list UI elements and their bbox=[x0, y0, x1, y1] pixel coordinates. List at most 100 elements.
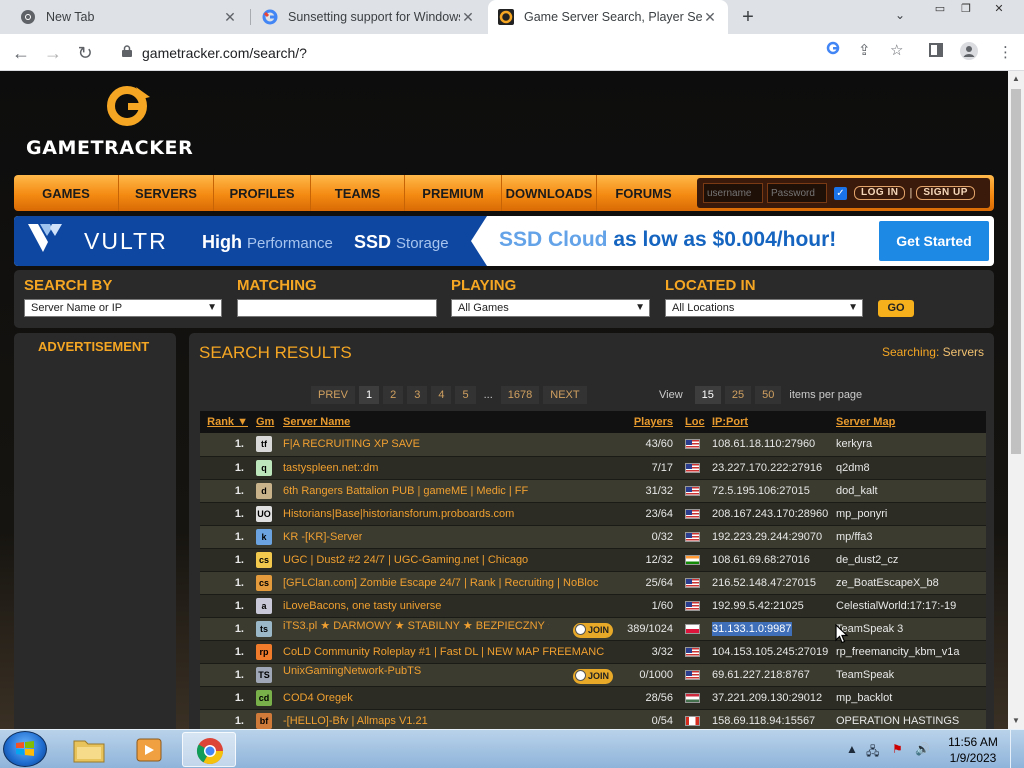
server-name-link[interactable]: UGC | Dust2 #2 24/7 | UGC-Gaming.net | C… bbox=[283, 554, 528, 566]
server-name-link[interactable]: Historians|Base|historiansforum.proboard… bbox=[283, 508, 514, 520]
page-5-button[interactable]: 5 bbox=[455, 386, 476, 404]
nav-downloads[interactable]: DOWNLOADS bbox=[502, 175, 597, 211]
table-row[interactable]: 1. k KR -[KR]-Server 0/32 192.223.29.244:290… bbox=[200, 525, 986, 549]
ip-port-link[interactable]: 108.61.69.68:27016 bbox=[712, 554, 810, 566]
server-map-link[interactable]: de_dust2_cz bbox=[836, 554, 898, 566]
prev-page-button[interactable]: PREV bbox=[311, 386, 355, 404]
close-window-icon[interactable]: ✕ bbox=[984, 0, 1014, 20]
username-input[interactable] bbox=[703, 183, 763, 203]
server-name-link[interactable]: F|A RECRUITING XP SAVE bbox=[283, 438, 420, 450]
game-icon[interactable]: UO bbox=[256, 505, 272, 522]
game-icon[interactable]: rp bbox=[256, 643, 272, 660]
country-flag-icon[interactable] bbox=[685, 577, 700, 588]
ip-port-link[interactable]: 69.61.227.218:8767 bbox=[712, 669, 810, 681]
server-map-link[interactable]: TeamSpeak bbox=[836, 669, 894, 681]
page-2-button[interactable]: 2 bbox=[383, 386, 404, 404]
nav-servers[interactable]: SERVERS bbox=[119, 175, 214, 211]
server-map-link[interactable]: rp_freemancity_kbm_v1a bbox=[836, 646, 960, 658]
vultr-banner-ad[interactable]: VULTR High Performance SSD Storage SSD C… bbox=[14, 216, 994, 266]
located-in-select[interactable]: All Locations ▼ bbox=[665, 299, 863, 317]
nav-games[interactable]: GAMES bbox=[14, 175, 119, 211]
login-button[interactable]: LOG IN bbox=[854, 186, 906, 200]
server-map-link[interactable]: ze_BoatEscapeX_b8 bbox=[836, 577, 939, 589]
country-flag-icon[interactable] bbox=[685, 623, 700, 634]
game-icon[interactable]: q bbox=[256, 459, 272, 476]
game-icon[interactable]: d bbox=[256, 482, 272, 499]
server-map-link[interactable]: OPERATION HASTINGS bbox=[836, 715, 959, 727]
action-center-icon[interactable]: ⚑ bbox=[892, 742, 903, 756]
server-name-link[interactable]: 6th Rangers Battalion PUB | gameME | Med… bbox=[283, 485, 528, 497]
country-flag-icon[interactable] bbox=[685, 462, 700, 473]
server-name-link[interactable]: [GFLClan.com] Zombie Escape 24/7 | Rank … bbox=[283, 577, 598, 589]
country-flag-icon[interactable] bbox=[685, 646, 700, 657]
back-icon[interactable]: ← bbox=[8, 40, 34, 66]
server-map-link[interactable]: dod_kalt bbox=[836, 485, 878, 497]
table-row[interactable]: 1. ts iTS3.pl ★ DARMOWY ★ STABILNY ★ BEZPI… bbox=[200, 617, 986, 641]
server-name-link[interactable]: KR -[KR]-Server bbox=[283, 531, 362, 543]
server-map-link[interactable]: q2dm8 bbox=[836, 462, 870, 474]
google-lens-icon[interactable] bbox=[826, 41, 840, 59]
remember-checkbox[interactable]: ✓ bbox=[834, 186, 847, 200]
game-icon[interactable]: a bbox=[256, 597, 272, 614]
col-ip-port[interactable]: IP:Port bbox=[708, 411, 832, 433]
country-flag-icon[interactable] bbox=[685, 669, 700, 680]
go-button[interactable]: GO bbox=[878, 300, 914, 317]
signup-button[interactable]: SIGN UP bbox=[916, 186, 975, 200]
password-input[interactable] bbox=[767, 183, 827, 203]
forward-icon[interactable]: → bbox=[40, 40, 66, 66]
server-name-link[interactable]: iLoveBacons, one tasty universe bbox=[283, 600, 441, 612]
ip-port-link[interactable]: 192.99.5.42:21025 bbox=[712, 600, 804, 612]
view-50-button[interactable]: 50 bbox=[755, 386, 782, 404]
ip-port-link[interactable]: 23.227.170.222:27916 bbox=[712, 462, 822, 474]
system-clock[interactable]: 11:56 AM 1/9/2023 bbox=[942, 734, 1004, 766]
table-row[interactable]: 1. rp CoLD Community Roleplay #1 | Fast DL… bbox=[200, 640, 986, 664]
maximize-icon[interactable]: ❐ bbox=[951, 0, 981, 20]
col-game[interactable]: Gm bbox=[252, 411, 279, 433]
ip-port-link[interactable]: 31.133.1.0:9987 bbox=[712, 621, 792, 636]
col-rank[interactable]: Rank ▼ bbox=[200, 411, 252, 433]
join-button[interactable]: JOIN bbox=[572, 623, 613, 638]
search-by-select[interactable]: Server Name or IP ▼ bbox=[24, 299, 222, 317]
col-location[interactable]: Loc bbox=[681, 411, 708, 433]
side-panel-icon[interactable] bbox=[929, 43, 943, 61]
menu-kebab-icon[interactable]: ⋮ bbox=[998, 43, 1013, 61]
last-page-button[interactable]: 1678 bbox=[500, 386, 540, 404]
playing-select[interactable]: All Games ▼ bbox=[451, 299, 650, 317]
tab-new-tab[interactable]: New Tab ✕ bbox=[10, 0, 248, 34]
scrollbar-thumb[interactable] bbox=[1011, 89, 1021, 454]
bookmark-star-icon[interactable]: ☆ bbox=[890, 41, 903, 59]
server-map-link[interactable]: mp_ponyri bbox=[836, 508, 887, 520]
ip-port-link[interactable]: 104.153.105.245:27019 bbox=[712, 646, 828, 658]
server-name-link[interactable]: iTS3.pl ★ DARMOWY ★ STABILNY ★ BEZPIECZN… bbox=[283, 619, 549, 632]
table-row[interactable]: 1. tf F|A RECRUITING XP SAVE 43/60 108.61.18… bbox=[200, 433, 986, 457]
table-row[interactable]: 1. UO Historians|Base|historiansforum.prob… bbox=[200, 502, 986, 526]
country-flag-icon[interactable] bbox=[685, 485, 700, 496]
ip-port-link[interactable]: 72.5.195.106:27015 bbox=[712, 485, 810, 497]
next-page-button[interactable]: NEXT bbox=[543, 386, 587, 404]
ip-port-link[interactable]: 37.221.209.130:29012 bbox=[712, 692, 822, 704]
server-map-link[interactable]: mp_backlot bbox=[836, 692, 892, 704]
table-row[interactable]: 1. TS UnixGamingNetwork-PubTS JOIN 0/1000 69… bbox=[200, 663, 986, 687]
nav-profiles[interactable]: PROFILES bbox=[214, 175, 311, 211]
scroll-down-icon[interactable]: ▼ bbox=[1008, 713, 1024, 729]
page-3-button[interactable]: 3 bbox=[407, 386, 428, 404]
country-flag-icon[interactable] bbox=[685, 508, 700, 519]
table-row[interactable]: 1. bf -[HELLO]-Bfv | Allmaps V1.21 0/54 158.… bbox=[200, 709, 986, 729]
game-icon[interactable]: k bbox=[256, 528, 272, 545]
tab-gametracker[interactable]: Game Server Search, Player Searc ✕ bbox=[488, 0, 728, 34]
ip-port-link[interactable]: 108.61.18.110:27960 bbox=[712, 438, 815, 450]
table-row[interactable]: 1. d 6th Rangers Battalion PUB | gameME | … bbox=[200, 479, 986, 503]
show-desktop-button[interactable] bbox=[1010, 730, 1024, 768]
country-flag-icon[interactable] bbox=[685, 439, 700, 450]
col-players[interactable]: Players bbox=[617, 411, 681, 433]
server-name-link[interactable]: tastyspleen.net::dm bbox=[283, 462, 378, 474]
profile-avatar-icon[interactable] bbox=[960, 42, 978, 64]
page-1-button[interactable]: 1 bbox=[358, 386, 380, 404]
col-server-name[interactable]: Server Name bbox=[279, 411, 617, 433]
server-name-link[interactable]: UnixGamingNetwork-PubTS bbox=[283, 665, 421, 677]
taskbar-file-explorer[interactable] bbox=[62, 732, 116, 767]
server-name-link[interactable]: COD4 Oregek bbox=[283, 692, 353, 704]
join-button[interactable]: JOIN bbox=[572, 669, 613, 684]
address-bar[interactable]: gametracker.com/search/? bbox=[108, 38, 918, 67]
start-button[interactable] bbox=[3, 731, 47, 767]
